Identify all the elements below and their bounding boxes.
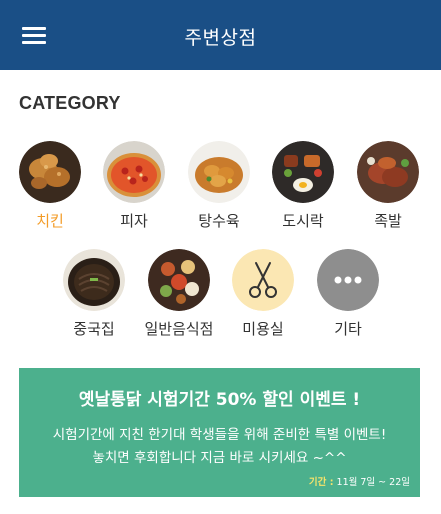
pork-feet-photo bbox=[357, 141, 419, 203]
category-label: 도시락 bbox=[282, 212, 324, 230]
category-tangsuyuk[interactable]: 탕수육 bbox=[174, 141, 264, 231]
promo-period-value: 11월 7일 ~ 22일 bbox=[336, 477, 410, 488]
category-hair-salon[interactable]: 미용실 bbox=[218, 249, 308, 339]
category-label: 기타 bbox=[334, 320, 362, 338]
category-etc[interactable]: 기타 bbox=[303, 249, 393, 339]
category-label: 족발 bbox=[374, 212, 402, 230]
pizza-photo bbox=[103, 141, 165, 203]
more-icon bbox=[317, 249, 379, 311]
promo-description: 놓치면 후회합니다 지금 바로 시키세요 ~^^ bbox=[92, 450, 347, 466]
page-title: 주변상점 bbox=[184, 27, 257, 49]
app-bar: 주변상점 bbox=[0, 0, 441, 70]
promo-title: 옛날통닭 시험기간 50% 할인 이벤트 ! bbox=[78, 390, 361, 410]
category-label: 피자 bbox=[120, 212, 148, 230]
category-jokbal[interactable]: 족발 bbox=[343, 141, 433, 231]
category-chicken[interactable]: 치킨 bbox=[5, 141, 95, 231]
category-label: 치킨 bbox=[36, 212, 64, 230]
category-label: 일반음식점 bbox=[144, 320, 214, 338]
category-heading: CATEGORY bbox=[19, 93, 121, 113]
category-chinese[interactable]: 중국집 bbox=[49, 249, 139, 339]
sweet-sour-pork-photo bbox=[188, 141, 250, 203]
jajangmyeon-photo bbox=[63, 249, 125, 311]
category-label: 미용실 bbox=[242, 320, 284, 338]
category-label: 중국집 bbox=[73, 320, 115, 338]
fried-chicken-photo bbox=[19, 141, 81, 203]
promo-period-label: 기간 : bbox=[308, 477, 334, 488]
promo-description: 시험기간에 지친 한기대 학생들을 위해 준비한 특별 이벤트! bbox=[52, 427, 387, 443]
category-label: 탕수육 bbox=[198, 212, 240, 230]
category-restaurant[interactable]: 일반음식점 bbox=[134, 249, 224, 339]
scissors-icon bbox=[232, 249, 294, 311]
category-dosirak[interactable]: 도시락 bbox=[258, 141, 348, 231]
category-pizza[interactable]: 피자 bbox=[89, 141, 179, 231]
promo-period: 기간 : 11월 7일 ~ 22일 bbox=[309, 474, 410, 488]
promo-banner[interactable]: 옛날통닭 시험기간 50% 할인 이벤트 ! 시험기간에 지친 한기대 학생들을… bbox=[19, 368, 420, 497]
korean-table-photo bbox=[148, 249, 210, 311]
lunchbox-photo bbox=[272, 141, 334, 203]
